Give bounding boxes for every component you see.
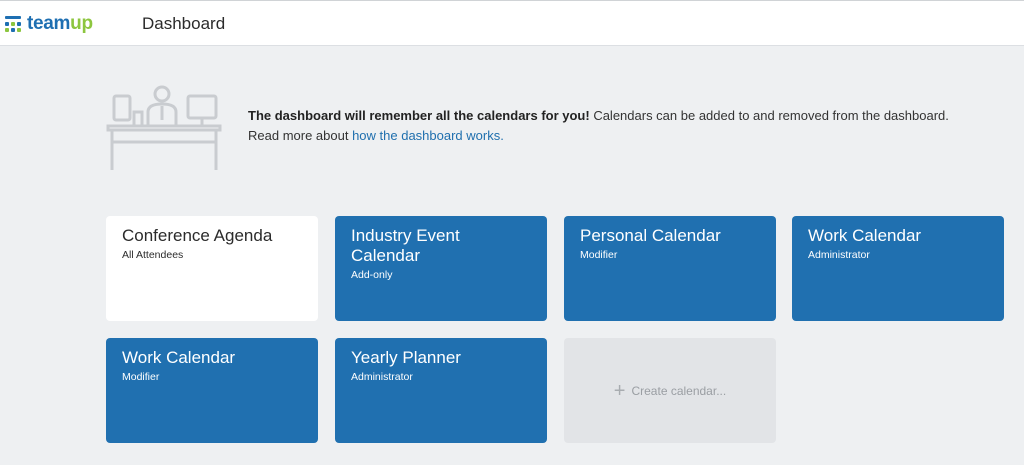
calendar-name: Conference Agenda — [122, 226, 273, 245]
how-dashboard-works-link[interactable]: how the dashboard works. — [352, 128, 504, 143]
calendar-card-industry-event[interactable]: Industry Event Calendar Add-only — [335, 216, 547, 321]
calendar-name: Personal Calendar — [580, 226, 721, 245]
desk-illustration-icon — [106, 85, 222, 170]
calendar-name: Industry Event Calendar — [351, 226, 460, 265]
calendar-card-work-modifier[interactable]: Work Calendar Modifier — [106, 338, 318, 443]
create-calendar-label: Create calendar... — [631, 383, 727, 398]
calendar-card-conference-agenda[interactable]: Conference Agenda All Attendees — [106, 216, 318, 321]
teamup-logo[interactable]: teamup — [4, 13, 93, 35]
dashboard-info: The dashboard will remember all the cale… — [248, 106, 1008, 146]
calendar-name: Work Calendar — [122, 348, 236, 367]
info-bold-text: The dashboard will remember all the cale… — [248, 108, 590, 123]
calendar-card-yearly-planner[interactable]: Yearly Planner Administrator — [335, 338, 547, 443]
calendar-role: Add-only — [351, 269, 393, 281]
calendar-card-work-admin[interactable]: Work Calendar Administrator — [792, 216, 1004, 321]
page-title: Dashboard — [142, 14, 226, 33]
calendar-role: Administrator — [351, 371, 413, 383]
calendar-card-personal[interactable]: Personal Calendar Modifier — [564, 216, 776, 321]
create-calendar-button[interactable]: + Create calendar... — [564, 338, 776, 443]
calendar-role: Administrator — [808, 249, 870, 261]
top-bar: teamup Dashboard — [0, 0, 1024, 46]
plus-icon: + — [613, 379, 626, 402]
info-text: Calendars can be added to and removed fr… — [589, 108, 949, 123]
calendar-role: All Attendees — [122, 249, 184, 261]
calendar-role: Modifier — [580, 249, 618, 261]
read-more-prefix: Read more about — [248, 128, 353, 143]
calendar-name: Yearly Planner — [351, 348, 461, 367]
logo-wordmark: teamup — [27, 13, 93, 34]
calendar-name: Work Calendar — [808, 226, 922, 245]
calendar-role: Modifier — [122, 371, 160, 383]
teamup-logo-icon — [4, 15, 22, 33]
